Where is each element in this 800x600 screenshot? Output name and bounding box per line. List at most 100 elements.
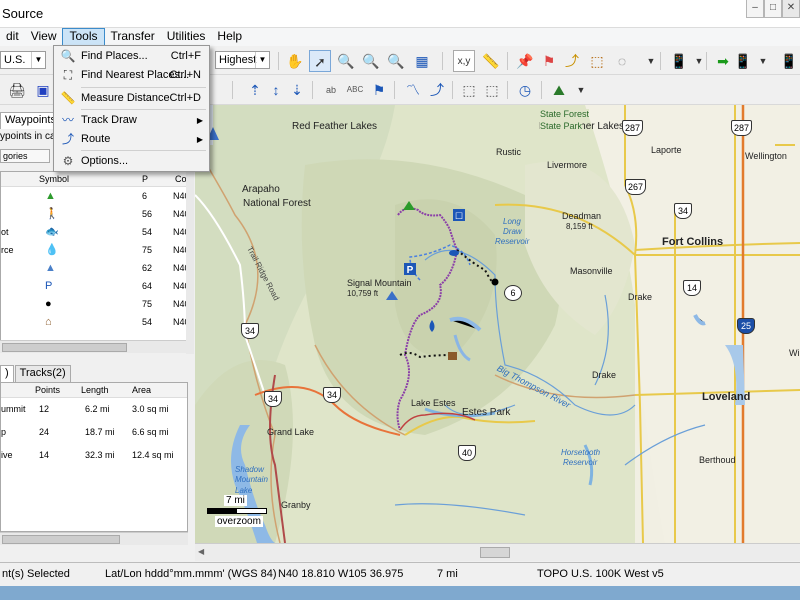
- grid-icon[interactable]: ▦: [411, 50, 433, 72]
- menu-item-find-nearest[interactable]: ⛶ Find Nearest Places... Ctrl+N: [54, 66, 209, 85]
- gps-device-icon[interactable]: 📱: [668, 50, 690, 72]
- map-place-label: Laporte: [651, 145, 682, 155]
- status-bar: nt(s) Selected Lat/Lon hddd°mm.mmm' (WGS…: [0, 562, 800, 586]
- minimize-button[interactable]: –: [746, 0, 764, 18]
- elevation-profile-icon[interactable]: ⛰: [548, 79, 570, 101]
- zoom-in-icon[interactable]: 🔍: [335, 50, 357, 72]
- ruler-icon[interactable]: 📏: [480, 50, 502, 72]
- flag-label-icon[interactable]: ⚑: [368, 79, 390, 101]
- scale-status: 7 mi: [437, 568, 458, 580]
- table-row[interactable]: p 24 18.7 mi 6.6 sq mi: [1, 421, 187, 444]
- clock-icon[interactable]: ◷: [514, 79, 536, 101]
- area-select-icon[interactable]: ⬚: [586, 50, 608, 72]
- vertical-scrollbar[interactable]: [186, 171, 194, 354]
- menu-item-track-draw[interactable]: 〰 Track Draw ▶: [54, 111, 209, 130]
- scroll-thumb[interactable]: [480, 547, 510, 558]
- select-points-icon[interactable]: ⬚: [458, 79, 480, 101]
- route-shield-icon: 287: [731, 120, 753, 136]
- receive-device-icon[interactable]: 📱: [732, 50, 754, 72]
- waypoint-down-icon[interactable]: ⇣: [286, 79, 308, 101]
- waypoints-table: Symbol P Co ▲ 6 N40 🚶 56 N40 ot 🐟 54 N40 rce 💧 75 N40…: [0, 171, 190, 341]
- detail-level-select[interactable]: Highest ▼: [215, 51, 270, 69]
- route-shield-icon: 6: [504, 285, 522, 301]
- tab-tracks[interactable]: Tracks(2): [14, 365, 71, 382]
- waypoint-up-icon[interactable]: ⇡: [244, 79, 266, 101]
- table-row[interactable]: P 64 N40: [1, 277, 190, 295]
- map-view[interactable]: ☐ P Red Feather LakesRed Feather LakesRu…: [195, 105, 800, 543]
- menu-item-measure-distance[interactable]: 📏 Measure Distance Ctrl+D: [54, 89, 209, 108]
- table-row[interactable]: ot 🐟 54 N40: [1, 223, 190, 241]
- map-place-label: 8,159 ft: [566, 222, 593, 231]
- maximize-button[interactable]: □: [764, 0, 782, 18]
- lasso-icon[interactable]: ◌: [611, 50, 633, 72]
- waypoint-pin-icon[interactable]: 📌: [514, 50, 536, 72]
- menu-utilities[interactable]: Utilities: [161, 28, 212, 46]
- data-panel: Waypoints(1) ypoints in cate gories Symb…: [0, 105, 194, 562]
- table-row[interactable]: rce 💧 75 N40: [1, 241, 190, 259]
- route-shield-icon: 267: [625, 179, 647, 195]
- menu-item-route[interactable]: ⤴ Route ▶: [54, 130, 209, 149]
- routes-table: Points Length Area ummit 12 6.2 mi 3.0 sq m…: [0, 382, 188, 532]
- table-row[interactable]: ▲ 62 N40: [1, 259, 190, 277]
- table-row[interactable]: ⌂ 54 N40: [1, 313, 190, 331]
- route-shield-icon: 34: [264, 391, 282, 407]
- send-to-device-icon[interactable]: ➡: [712, 50, 734, 72]
- scale-label: 7 mi: [224, 495, 247, 506]
- table-row[interactable]: ▲ 6 N40: [1, 187, 190, 205]
- menu-item-options[interactable]: ⚙ Options...: [54, 152, 209, 171]
- route-shield-icon: 287: [622, 120, 644, 136]
- chevron-down-icon[interactable]: ▼: [752, 50, 774, 72]
- close-button[interactable]: ✕: [782, 0, 800, 18]
- map-place-label: Grand Lake: [267, 427, 315, 437]
- menu-transfer[interactable]: Transfer: [105, 28, 161, 46]
- chevron-down-icon[interactable]: ▼: [570, 79, 592, 101]
- map-icon[interactable]: ▣: [32, 79, 54, 101]
- taskbar: [0, 586, 800, 600]
- flag-icon[interactable]: ⚑: [538, 50, 560, 72]
- table-row[interactable]: 🚶 56 N40: [1, 205, 190, 223]
- zoom-out-icon[interactable]: 🔍: [360, 50, 382, 72]
- horizontal-scrollbar[interactable]: [0, 340, 188, 353]
- magnifier-icon: 🔍: [60, 49, 76, 63]
- table-row[interactable]: ive 14 32.3 mi 12.4 sq mi: [1, 444, 187, 467]
- track-edit-icon[interactable]: ⤴: [426, 79, 448, 101]
- gear-icon: ⚙: [62, 154, 74, 168]
- abc-edit-icon[interactable]: ab: [320, 79, 342, 101]
- map-product-status: TOPO U.S. 100K West v5: [537, 568, 664, 580]
- menu-tools[interactable]: Tools: [62, 28, 105, 46]
- menu-item-find-places[interactable]: 🔍 Find Places... Ctrl+F: [54, 47, 209, 66]
- ruler-icon: 📏: [60, 91, 76, 105]
- water-label: Mountain: [235, 475, 268, 484]
- select-arrow-icon[interactable]: ➚: [309, 50, 331, 72]
- gps-device-icon[interactable]: 📱: [778, 50, 800, 72]
- map-place-label: Granby: [281, 500, 311, 510]
- scroll-left-icon[interactable]: ◀: [198, 547, 204, 556]
- map-place-label: Fort Collins: [662, 236, 724, 248]
- table-row[interactable]: ummit 12 6.2 mi 3.0 sq mi: [1, 398, 187, 421]
- track-tool-icon[interactable]: 〽: [402, 79, 424, 101]
- map-product-select[interactable]: U.S. ▼: [0, 51, 46, 69]
- print-icon[interactable]: 🖨: [6, 79, 28, 101]
- menu-help[interactable]: Help: [211, 28, 248, 46]
- map-horizontal-scrollbar[interactable]: ◀: [195, 543, 800, 561]
- zoom-area-icon[interactable]: 🔍: [385, 50, 407, 72]
- categories-button[interactable]: gories: [0, 149, 50, 163]
- track-draw-icon: 〰: [61, 113, 74, 127]
- route-tool-icon[interactable]: ⤴: [561, 50, 583, 72]
- water-label: Reservoir: [495, 237, 530, 246]
- waypoint-updown-icon[interactable]: ↕: [265, 79, 287, 101]
- abc-label-icon[interactable]: ABC: [344, 79, 366, 101]
- chevron-down-icon[interactable]: ▼: [640, 50, 662, 72]
- menu-view[interactable]: View: [25, 28, 63, 46]
- waypoint-rows: ▲ 6 N40 🚶 56 N40 ot 🐟 54 N40 rce 💧 75 N40 ▲ 62 N40 P 64 N40…: [1, 187, 190, 331]
- water-label: Horsetooth: [561, 448, 601, 457]
- xy-button[interactable]: x,y: [453, 50, 475, 72]
- horizontal-scrollbar[interactable]: [0, 532, 188, 545]
- table-row[interactable]: ● 75 N40: [1, 295, 190, 313]
- tab-routes[interactable]: ): [0, 365, 14, 382]
- route-name: p: [1, 427, 7, 437]
- map-place-label: National Forest: [243, 198, 311, 209]
- menu-edit[interactable]: dit: [0, 28, 25, 46]
- hand-pan-icon[interactable]: ✋: [284, 50, 306, 72]
- select-track-icon[interactable]: ⬚: [481, 79, 503, 101]
